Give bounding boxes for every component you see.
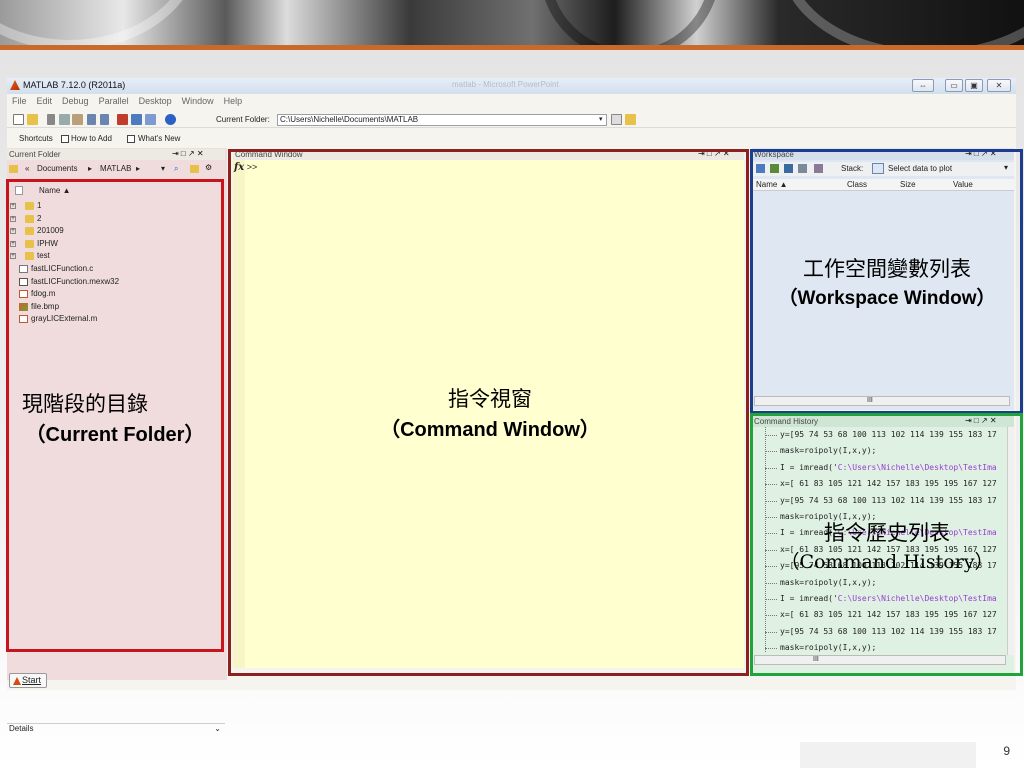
breadcrumb-back[interactable]: « <box>25 164 29 173</box>
window-title: MATLAB 7.12.0 (R2011a) <box>23 80 126 90</box>
command-window-annotation-en: （Command Window） <box>380 419 600 441</box>
menu-edit[interactable]: Edit <box>32 95 58 107</box>
current-folder-path-input[interactable]: C:\Users\Nichelle\Documents\MATLAB <box>277 114 607 126</box>
details-label: Details <box>9 724 34 733</box>
current-folder-annotation-en: （Current Folder） <box>25 424 205 446</box>
menu-file[interactable]: File <box>7 95 32 107</box>
workspace-annotation-en: （Workspace Window） <box>778 288 996 309</box>
redo-icon[interactable] <box>100 114 109 125</box>
open-icon[interactable] <box>27 114 38 125</box>
command-history-annotation: 指令歷史列表 （Command History） <box>752 517 1022 574</box>
menu-window[interactable]: Window <box>177 95 219 107</box>
up-folder-icon[interactable] <box>190 165 199 173</box>
cut-icon[interactable] <box>47 114 55 125</box>
guide-icon[interactable] <box>131 114 142 125</box>
restore-layout-button[interactable]: ⇔ <box>912 79 934 92</box>
command-history-annotation-en: （Command History） <box>780 551 994 573</box>
how-to-add-link[interactable]: How to Add <box>71 134 112 143</box>
window-titlebar: MATLAB 7.12.0 (R2011a) matlab - Microsof… <box>7 78 1016 94</box>
matlab-logo-icon <box>10 80 20 90</box>
chevron-down-icon[interactable]: ▾ <box>161 164 165 173</box>
menu-parallel[interactable]: Parallel <box>94 95 134 107</box>
gear-icon[interactable]: ⚙ <box>205 163 212 172</box>
menu-help[interactable]: Help <box>219 95 248 107</box>
breadcrumb-separator: ▸ <box>88 164 93 173</box>
menu-bar: File Edit Debug Parallel Desktop Window Help <box>7 95 1016 109</box>
up-folder-icon[interactable] <box>625 114 636 125</box>
new-file-icon[interactable] <box>13 114 24 125</box>
whats-new-icon <box>127 135 135 143</box>
search-icon[interactable]: ⌕ <box>174 164 178 174</box>
minimize-button[interactable]: ▭ <box>945 79 963 92</box>
slide-banner-image <box>0 0 1024 46</box>
help-icon[interactable] <box>165 114 176 125</box>
folder-breadcrumb: « Documents ▸ MATLAB ▸ ▾ ⌕ ⚙ <box>9 163 223 177</box>
breadcrumb-matlab[interactable]: MATLAB <box>100 164 131 173</box>
copy-icon[interactable] <box>59 114 70 125</box>
breadcrumb-documents[interactable]: Documents <box>37 164 77 173</box>
slide-footer-box <box>800 742 976 768</box>
current-folder-annotation-zh: 現階段的目錄 <box>22 392 148 416</box>
matlab-logo-icon <box>13 677 21 685</box>
main-toolbar: Current Folder: C:\Users\Nichelle\Docume… <box>7 112 1016 128</box>
workspace-annotation: 工作空間變數列表 （Workspace Window） <box>752 253 1022 310</box>
command-history-annotation-zh: 指令歷史列表 <box>824 521 950 545</box>
background-window-title: matlab - Microsoft PowerPoint <box>452 80 559 89</box>
how-to-add-icon <box>61 135 69 143</box>
current-folder-annotation: 現階段的目錄 （Current Folder） <box>8 388 222 447</box>
current-folder-label: Current Folder: <box>216 115 270 124</box>
paste-icon[interactable] <box>72 114 83 125</box>
command-window-annotation-zh: 指令視窗 <box>448 387 532 411</box>
maximize-button[interactable]: ▣ <box>965 79 983 92</box>
whats-new-link[interactable]: What's New <box>138 134 180 143</box>
start-button[interactable]: Start <box>9 673 47 688</box>
menu-debug[interactable]: Debug <box>57 95 94 107</box>
breadcrumb-separator: ▸ <box>136 164 141 173</box>
current-folder-panel-controls[interactable]: ⇥ □ ↗ ✕ <box>172 149 204 158</box>
command-window-annotation: 指令視窗 （Command Window） <box>290 383 690 442</box>
start-label: Start <box>22 675 42 685</box>
slide-page-number: 9 <box>1003 744 1010 758</box>
menu-desktop[interactable]: Desktop <box>134 95 177 107</box>
workspace-annotation-zh: 工作空間變數列表 <box>803 257 971 281</box>
shortcuts-label[interactable]: Shortcuts <box>19 134 53 143</box>
folder-icon <box>9 165 18 173</box>
close-button[interactable]: ✕ <box>987 79 1011 92</box>
browse-folder-icon[interactable] <box>611 114 622 125</box>
chevron-down-icon[interactable]: ⌄ <box>214 724 221 733</box>
path-dropdown-chevron-icon[interactable]: ▾ <box>599 116 606 123</box>
shortcuts-bar: Shortcuts How to Add What's New <box>7 133 1016 147</box>
profiler-icon[interactable] <box>145 114 156 125</box>
details-pane[interactable]: Details ⌄ <box>7 723 225 735</box>
simulink-icon[interactable] <box>117 114 128 125</box>
undo-icon[interactable] <box>87 114 96 125</box>
